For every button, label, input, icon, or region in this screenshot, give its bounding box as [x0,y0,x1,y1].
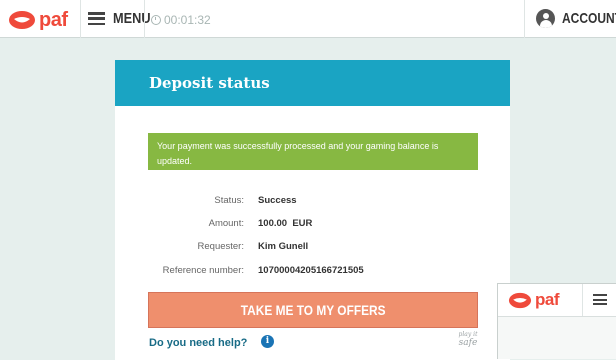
session-timer-value: 00:01:32 [164,13,211,27]
mini-top-bar: paf [498,284,616,317]
logo-wordmark: paf [39,8,68,31]
paf-logo-icon [9,11,35,29]
logo-wordmark: paf [535,290,560,309]
divider [144,0,145,38]
detail-label: Status: [214,195,244,206]
detail-label: Reference number: [162,265,244,276]
divider [524,0,525,38]
detail-row-reference: Reference number: 10700004205166721505 [115,265,510,279]
cta-label: TAKE ME TO MY OFFERS [240,302,386,318]
paf-logo[interactable]: paf [8,9,68,31]
detail-value: Success [258,195,297,206]
take-me-to-offers-button[interactable]: TAKE ME TO MY OFFERS [148,292,478,328]
account-label: ACCOUNT [562,10,616,27]
divider [80,0,81,38]
paf-logo-icon [508,292,532,308]
clock-icon [151,15,161,25]
detail-row-requester: Requester: Kim Gunell [115,241,510,255]
hamburger-menu-icon[interactable] [593,294,607,305]
account-icon [536,9,555,28]
hamburger-menu-icon [88,12,105,25]
account-button[interactable]: ACCOUNT [536,9,616,28]
detail-row-amount: Amount: 100.00 EUR [115,218,510,232]
session-timer: 00:01:32 [151,13,211,27]
success-message: Your payment was successfully processed … [148,133,478,170]
detail-value: 100.00 EUR [258,218,313,229]
secondary-window-preview[interactable]: paf [497,283,616,359]
detail-label: Amount: [208,218,244,229]
detail-row-status: Status: Success [115,195,510,209]
deposit-status-panel: Deposit status Your payment was successf… [115,60,510,360]
mini-paf-logo: paf [508,290,560,309]
panel-header: Deposit status [115,60,510,106]
detail-value: Kim Gunell [258,241,309,252]
divider [582,284,583,316]
detail-value: 10700004205166721505 [258,265,364,276]
help-link[interactable]: Do you need help? [149,337,247,349]
page-title: Deposit status [149,74,270,92]
info-icon[interactable]: i [261,335,274,348]
top-bar: paf MENU 00:01:32 ACCOUNT [0,0,616,38]
play-it-safe-logo[interactable]: play it safe [456,330,480,352]
menu-button[interactable]: MENU [88,10,157,27]
detail-label: Requester: [197,241,244,252]
safe-logo-bottom: safe [458,338,478,348]
